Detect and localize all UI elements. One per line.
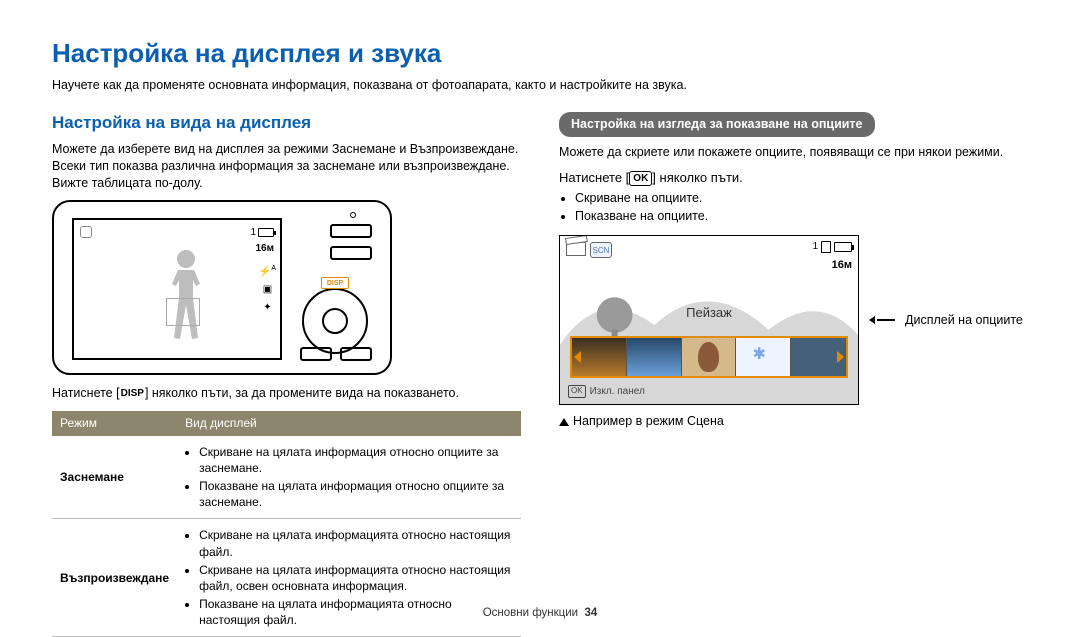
- scene-example-text: Например в режим Сцена: [573, 414, 724, 428]
- table-header-mode: Режим: [52, 411, 177, 435]
- options-display-caption: Дисплей на опциите: [905, 312, 1023, 329]
- camera-disp-button-highlight: DISP: [321, 277, 349, 289]
- display-modes-table: Режим Вид дисплей Заснемане Скриване на …: [52, 411, 521, 637]
- clapperboard-icon: [566, 242, 586, 256]
- lcd-top-left-icon: [80, 226, 92, 238]
- press-ok-prefix: Натиснете [: [559, 170, 629, 185]
- scn-mode-badge: SCN: [590, 242, 612, 258]
- chevron-right-icon: [837, 351, 844, 363]
- camera-bottom-button-left: [300, 347, 332, 361]
- section-heading-display-type: Настройка на вида на дисплея: [52, 112, 521, 135]
- press-disp-prefix: Натиснете [: [52, 386, 120, 400]
- scene-footer-hint: OK Изкл. панел: [568, 385, 645, 399]
- press-disp-suffix: ] няколко пъти, за да промените вида на …: [145, 386, 459, 400]
- battery-icon: [258, 228, 274, 237]
- scene-top-left-icons: SCN: [566, 242, 612, 258]
- left-intro-paragraph: Можете да изберете вид на дисплея за реж…: [52, 141, 521, 192]
- camera-lcd: 1 16м ⚡A ▣ ✦: [72, 218, 282, 360]
- camera-top-button-1: [330, 224, 372, 238]
- scene-mode-screenshot: SCN 1 16м Пейзаж: [559, 235, 859, 405]
- press-ok-suffix: ] няколко пъти.: [652, 170, 742, 185]
- table-row: Заснемане Скриване на цялата информация …: [52, 436, 521, 519]
- lcd-top-right-status: 1: [250, 226, 274, 240]
- mode-capture-label: Заснемане: [52, 436, 177, 519]
- scene-thumb: [627, 338, 682, 376]
- camera-dpad: [302, 288, 368, 354]
- scene-thumb: [736, 338, 791, 376]
- scene-resolution-label: 16м: [832, 258, 852, 273]
- press-ok-instruction: Натиснете [OK] няколко пъти.: [559, 169, 1028, 187]
- lcd-shot-count: 1: [250, 226, 256, 240]
- scene-options-filmstrip: [570, 336, 848, 378]
- camera-bottom-button-right: [340, 347, 372, 361]
- lcd-right-icons: ⚡A ▣ ✦: [259, 260, 276, 317]
- list-item: Скриване на цялата информация относно оп…: [199, 444, 513, 476]
- page-title: Настройка на дисплея и звука: [52, 36, 1028, 71]
- list-item: Скриване на опциите.: [575, 190, 1028, 207]
- list-item: Показване на цялата информация относно о…: [199, 478, 513, 510]
- options-view-heading: Настройка на изгледа за показване на опц…: [559, 112, 875, 137]
- right-column: Настройка на изгледа за показване на опц…: [559, 112, 1028, 637]
- disp-key-icon: DISP: [120, 387, 145, 401]
- flash-auto-icon: ⚡A: [259, 260, 276, 281]
- list-item: Показване на опциите.: [575, 208, 1028, 225]
- sd-card-icon: [821, 241, 831, 253]
- timer-icon: ✦: [259, 299, 276, 317]
- right-intro-paragraph: Можете да скриете или покажете опциите, …: [559, 144, 1028, 161]
- scene-example-caption: Например в режим Сцена: [559, 413, 1028, 430]
- scene-mode-label: Пейзаж: [686, 304, 732, 322]
- page-footer: Основни функции 34: [0, 606, 1080, 622]
- focus-frame-icon: [166, 298, 200, 326]
- focus-icon: ▣: [259, 281, 276, 299]
- camera-dpad-center: [322, 308, 348, 334]
- camera-back-illustration: 1 16м ⚡A ▣ ✦: [52, 200, 392, 375]
- press-disp-instruction: Натиснете [DISP] няколко пъти, за да про…: [52, 385, 521, 402]
- list-item: Скриване на цялата информацията относно …: [199, 562, 513, 594]
- scene-shot-count: 1: [812, 240, 818, 254]
- footer-page-number: 34: [585, 607, 598, 619]
- page-intro: Научете как да променяте основната инфор…: [52, 77, 1028, 94]
- chevron-left-icon: [574, 351, 581, 363]
- scene-top-right-status: 1: [812, 240, 852, 254]
- camera-led-icon: [350, 212, 356, 218]
- ok-key-icon: OK: [629, 171, 652, 186]
- callout-arrow-icon: [869, 316, 895, 324]
- left-column: Настройка на вида на дисплея Можете да и…: [52, 112, 521, 637]
- table-header-type: Вид дисплей: [177, 411, 521, 435]
- footer-section-label: Основни функции: [483, 607, 578, 619]
- scene-thumb: [682, 338, 737, 376]
- lcd-resolution-label: 16м: [255, 242, 274, 256]
- battery-icon: [834, 242, 852, 252]
- ok-actions-list: Скриване на опциите. Показване на опциит…: [575, 190, 1028, 225]
- list-item: Скриване на цялата информацията относно …: [199, 527, 513, 559]
- triangle-up-icon: [559, 418, 569, 426]
- scene-footer-text: Изкл. панел: [590, 385, 645, 399]
- ok-key-small-icon: OK: [568, 385, 586, 398]
- camera-top-button-2: [330, 246, 372, 260]
